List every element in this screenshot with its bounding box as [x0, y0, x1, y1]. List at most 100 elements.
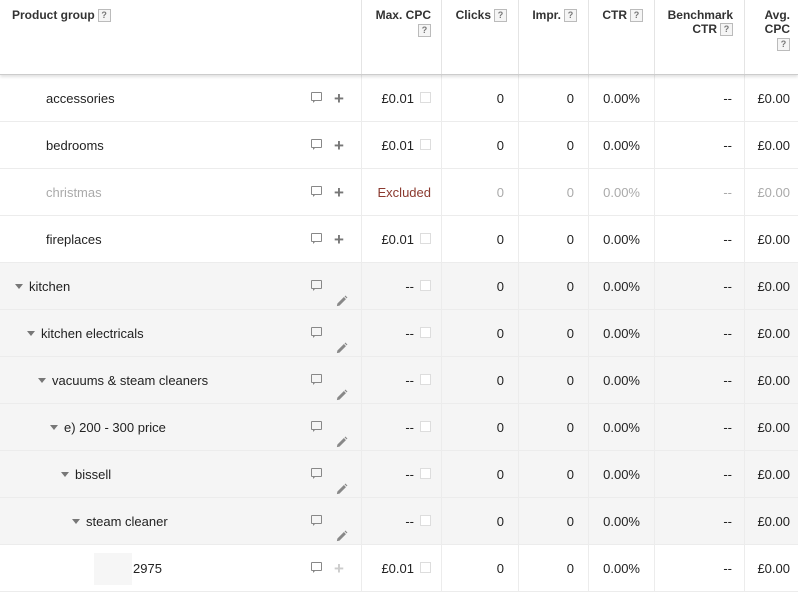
table-row[interactable]: bedrooms + £0.01 0 0 0.00% -- £0.00 — [0, 122, 798, 169]
max-cpc-cell[interactable]: -- — [362, 310, 442, 357]
pencil-icon[interactable] — [335, 280, 348, 307]
table-header: Product group? Max. CPC ? Clicks? Impr.?… — [0, 0, 798, 75]
comment-icon[interactable] — [311, 280, 322, 291]
clicks-cell: 0 — [442, 169, 519, 216]
table-row[interactable]: bissell -- 0 0 0.00% -- £0.00 — [0, 451, 798, 498]
product-group-cell: e) 200 - 300 price — [0, 404, 362, 451]
table-row[interactable]: 2975 + £0.01 0 0 0.00% -- £0.00 — [0, 545, 798, 592]
comment-icon[interactable] — [311, 468, 322, 479]
help-icon[interactable]: ? — [630, 9, 643, 23]
pencil-icon[interactable] — [335, 421, 348, 448]
bid-checkbox[interactable] — [420, 280, 431, 292]
comment-icon[interactable] — [311, 139, 322, 150]
col-avg-cpc[interactable]: Avg. CPC ? — [745, 0, 798, 74]
expand-triangle-icon[interactable] — [72, 519, 80, 525]
expand-triangle-icon[interactable] — [38, 378, 46, 384]
bid-checkbox[interactable] — [420, 139, 431, 151]
col-ctr[interactable]: CTR? — [589, 0, 655, 74]
table-row[interactable]: accessories + £0.01 0 0 0.00% -- £0.00 — [0, 75, 798, 122]
impr-cell: 0 — [519, 545, 589, 592]
pencil-icon[interactable] — [335, 515, 348, 542]
help-icon[interactable]: ? — [720, 23, 733, 37]
plus-icon[interactable]: + — [334, 75, 344, 122]
impr-cell: 0 — [519, 498, 589, 545]
impr-cell: 0 — [519, 357, 589, 404]
product-group-name[interactable]: christmas — [46, 185, 102, 200]
col-benchmark-ctr[interactable]: Benchmark CTR? — [655, 0, 745, 74]
expand-triangle-icon[interactable] — [50, 425, 58, 431]
comment-icon[interactable] — [311, 562, 322, 573]
max-cpc-value: £0.01 — [381, 138, 414, 153]
comment-icon[interactable] — [311, 421, 322, 432]
benchmark-ctr-cell: -- — [655, 75, 745, 122]
bid-checkbox[interactable] — [420, 515, 431, 527]
table-row[interactable]: e) 200 - 300 price -- 0 0 0.00% -- £0.00 — [0, 404, 798, 451]
pencil-icon[interactable] — [335, 468, 348, 495]
expand-triangle-icon[interactable] — [27, 331, 35, 337]
expand-triangle-icon[interactable] — [15, 284, 23, 290]
col-max-cpc[interactable]: Max. CPC ? — [362, 0, 442, 74]
pencil-icon[interactable] — [335, 327, 348, 354]
max-cpc-cell[interactable]: -- — [362, 498, 442, 545]
col-product-group[interactable]: Product group? — [0, 0, 362, 74]
avg-cpc-cell: £0.00 — [757, 91, 790, 106]
max-cpc-cell[interactable]: -- — [362, 357, 442, 404]
table-row[interactable]: kitchen -- 0 0 0.00% -- £0.00 — [0, 263, 798, 310]
impr-cell: 0 — [519, 75, 589, 122]
table-row[interactable]: vacuums & steam cleaners -- 0 0 0.00% -- £0.00 — [0, 357, 798, 404]
plus-icon[interactable]: + — [334, 122, 344, 169]
comment-icon[interactable] — [311, 233, 322, 244]
table-row[interactable]: kitchen electricals -- 0 0 0.00% -- £0.00 — [0, 310, 798, 357]
max-cpc-cell[interactable]: -- — [362, 404, 442, 451]
help-icon[interactable]: ? — [97, 9, 111, 23]
product-group-name[interactable]: steam cleaner — [86, 514, 168, 529]
help-icon[interactable]: ? — [777, 38, 790, 52]
product-group-name[interactable]: e) 200 - 300 price — [64, 420, 166, 435]
table-row[interactable]: steam cleaner -- 0 0 0.00% -- £0.00 — [0, 498, 798, 545]
ctr-cell: 0.00% — [589, 310, 655, 357]
plus-icon[interactable]: + — [334, 545, 344, 592]
bid-checkbox[interactable] — [420, 421, 431, 433]
bid-checkbox[interactable] — [420, 327, 431, 339]
max-cpc-cell[interactable]: £0.01 — [362, 216, 442, 263]
comment-icon[interactable] — [311, 92, 322, 103]
comment-icon[interactable] — [311, 327, 322, 338]
benchmark-ctr-cell: -- — [655, 498, 745, 545]
product-group-name[interactable]: vacuums & steam cleaners — [52, 373, 208, 388]
plus-icon[interactable]: + — [334, 169, 344, 216]
max-cpc-cell[interactable]: £0.01 — [362, 545, 442, 592]
product-group-name[interactable]: bedrooms — [46, 138, 104, 153]
product-group-name[interactable]: bissell — [75, 467, 111, 482]
bid-checkbox[interactable] — [420, 468, 431, 480]
product-group-name[interactable]: 2975 — [133, 561, 162, 576]
bid-checkbox[interactable] — [420, 233, 431, 245]
help-icon[interactable]: ? — [418, 24, 431, 38]
bid-checkbox[interactable] — [420, 374, 431, 386]
max-cpc-value: -- — [405, 326, 414, 341]
product-group-name[interactable]: kitchen — [29, 279, 70, 294]
max-cpc-cell[interactable]: £0.01 — [362, 75, 442, 122]
bid-checkbox[interactable] — [420, 562, 431, 574]
product-group-name[interactable]: kitchen electricals — [41, 326, 144, 341]
bid-checkbox[interactable] — [420, 92, 431, 104]
col-clicks[interactable]: Clicks? — [442, 0, 519, 74]
max-cpc-cell[interactable]: £0.01 — [362, 122, 442, 169]
max-cpc-cell[interactable]: -- — [362, 263, 442, 310]
max-cpc-cell[interactable]: -- — [362, 451, 442, 498]
product-group-name[interactable]: fireplaces — [46, 232, 102, 247]
comment-icon[interactable] — [311, 515, 322, 526]
impr-cell: 0 — [519, 451, 589, 498]
help-icon[interactable]: ? — [494, 9, 507, 23]
plus-icon[interactable]: + — [334, 216, 344, 263]
comment-icon[interactable] — [311, 186, 322, 197]
expand-triangle-icon[interactable] — [61, 472, 69, 478]
table-row[interactable]: fireplaces + £0.01 0 0 0.00% -- £0.00 — [0, 216, 798, 263]
comment-icon[interactable] — [311, 374, 322, 385]
max-cpc-cell[interactable]: Excluded — [362, 169, 442, 216]
product-group-name[interactable]: accessories — [46, 91, 115, 106]
ctr-cell: 0.00% — [589, 404, 655, 451]
col-impr[interactable]: Impr.? — [519, 0, 589, 74]
pencil-icon[interactable] — [335, 374, 348, 401]
table-row[interactable]: christmas + Excluded 0 0 0.00% -- £0.00 — [0, 169, 798, 216]
help-icon[interactable]: ? — [564, 9, 577, 23]
